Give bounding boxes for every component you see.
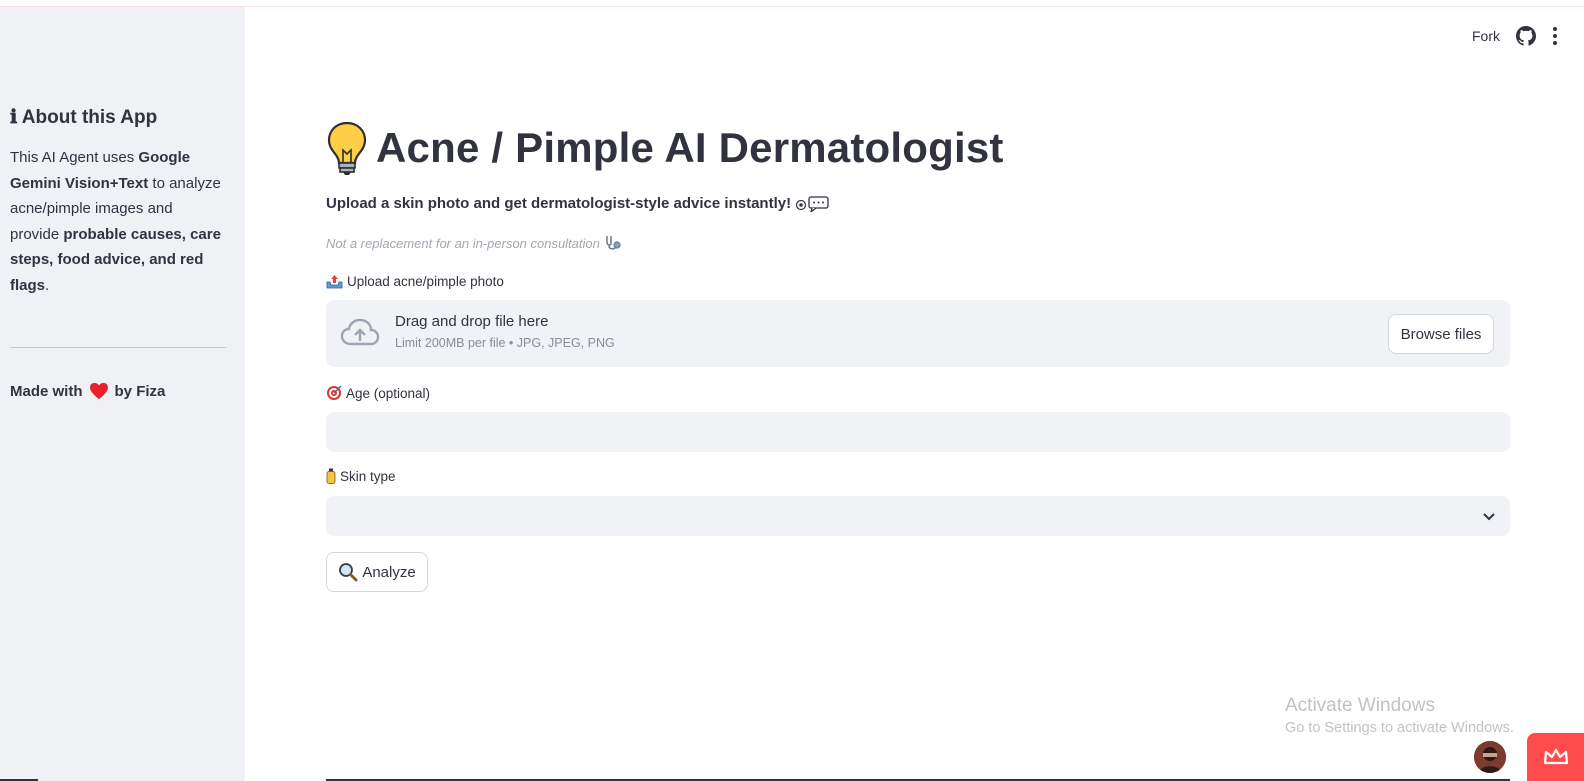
streamlit-badge[interactable]: [1527, 733, 1584, 781]
stethoscope-icon: [606, 236, 621, 250]
upload-label-text: Upload acne/pimple photo: [347, 274, 504, 289]
chevron-down-icon: [1483, 513, 1495, 521]
crown-icon: [1543, 748, 1568, 765]
info-icon: ℹ: [10, 106, 18, 128]
github-icon[interactable]: [1516, 26, 1536, 46]
made-with-text: Made with: [10, 382, 83, 400]
age-input[interactable]: [326, 412, 1510, 452]
skin-type-label-text: Skin type: [340, 468, 396, 484]
dropzone-text: Drag and drop file here Limit 200MB per …: [395, 313, 615, 350]
page-subtitle: Upload a skin photo and get dermatologis…: [326, 195, 829, 212]
top-decoration-bar: [0, 0, 1584, 7]
made-by-text: by Fiza: [114, 382, 166, 400]
made-with-credit: Made with by Fiza: [10, 382, 165, 400]
page-title-text: Acne / Pimple AI Dermatologist: [376, 124, 1004, 171]
watermark-line2: Go to Settings to activate Windows.: [1285, 720, 1514, 736]
age-label: Age (optional): [326, 385, 430, 401]
caption-text: Not a replacement for an in-person consu…: [326, 235, 600, 251]
file-dropzone[interactable]: Drag and drop file here Limit 200MB per …: [326, 300, 1510, 367]
dropzone-main-text: Drag and drop file here: [395, 313, 549, 330]
age-label-text: Age (optional): [346, 385, 431, 401]
desc-text-3: .: [45, 276, 50, 294]
upload-label: Upload acne/pimple photo: [326, 274, 504, 289]
windows-activation-watermark: Activate Windows Go to Settings to activ…: [1285, 695, 1514, 736]
analyze-button[interactable]: Analyze: [326, 552, 428, 592]
lotion-bottle-icon: [326, 468, 336, 484]
disclaimer-caption: Not a replacement for an in-person consu…: [326, 235, 622, 251]
heart-icon: [89, 382, 108, 400]
speech-bubble-icon: [795, 195, 829, 212]
watermark-line1: Activate Windows: [1285, 695, 1435, 716]
sidebar-title-text: About this App: [21, 107, 158, 128]
magnifier-icon: [339, 563, 358, 582]
cloud-upload-icon: [340, 318, 380, 346]
analyze-label: Analyze: [362, 563, 416, 581]
avatar[interactable]: [1474, 741, 1506, 773]
skin-type-label: Skin type: [326, 468, 396, 484]
desc-text-1: This AI Agent uses: [10, 149, 139, 166]
browse-files-button[interactable]: Browse files: [1388, 314, 1494, 354]
outbox-tray-icon: [326, 275, 343, 289]
skin-type-select[interactable]: [326, 496, 1510, 536]
avatar-image: [1474, 741, 1506, 773]
dropzone-limit-text: Limit 200MB per file • JPG, JPEG, PNG: [395, 336, 615, 350]
page-title: Acne / Pimple AI Dermatologist: [326, 120, 1004, 176]
subtitle-text: Upload a skin photo and get dermatologis…: [326, 195, 792, 212]
fork-link[interactable]: Fork: [1472, 28, 1500, 44]
sidebar-description: This AI Agent uses Google Gemini Vision+…: [10, 145, 222, 298]
sidebar-divider: [10, 347, 226, 348]
target-icon: [327, 385, 342, 400]
kebab-menu-icon[interactable]: [1552, 27, 1558, 45]
lightbulb-icon: [327, 121, 367, 175]
sidebar-title: ℹ About this App: [10, 106, 157, 129]
sidebar: ℹ About this App This AI Agent uses Goog…: [0, 7, 245, 781]
header-actions: Fork: [1472, 26, 1558, 46]
